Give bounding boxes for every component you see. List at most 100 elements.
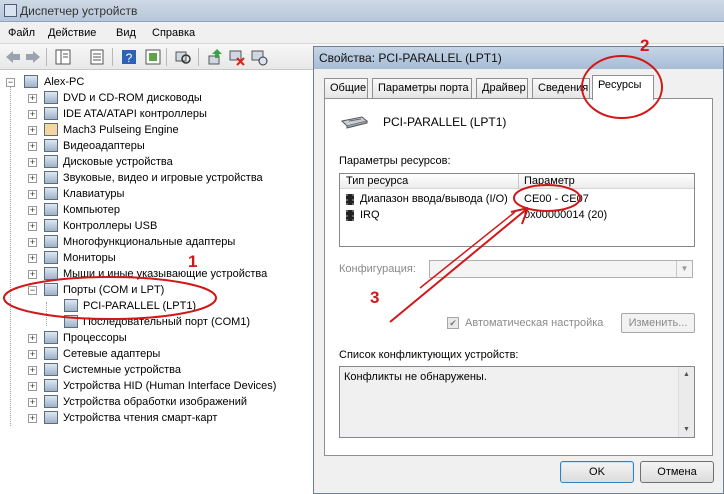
menu-action[interactable]: Действие (48, 27, 96, 39)
tab-details[interactable]: Сведения (532, 78, 590, 98)
smartcard-icon (44, 411, 58, 424)
tree-item-label: Компьютер (63, 204, 120, 216)
ok-button[interactable]: OK (560, 461, 634, 483)
menu-view[interactable]: Вид (116, 27, 136, 39)
tree-item-label: Многофункциональные адаптеры (63, 236, 236, 248)
cancel-button[interactable]: Отмена (640, 461, 714, 483)
expand-icon[interactable]: + (28, 238, 37, 247)
tree-item-system[interactable]: + Системные устройства (28, 362, 313, 378)
tab-driver[interactable]: Драйвер (476, 78, 528, 98)
tree-item-monitors[interactable]: + Мониторы (28, 250, 313, 266)
tree-item-label: Клавиатуры (63, 188, 125, 200)
camera-icon (44, 395, 58, 408)
scrollbar[interactable]: ▲ ▼ (678, 367, 694, 437)
resource-value: CE00 - CE07 (524, 193, 589, 205)
scroll-down-icon[interactable]: ▼ (679, 422, 694, 437)
expand-icon[interactable]: + (28, 142, 37, 151)
disable-device-icon[interactable] (228, 48, 246, 66)
tree-item-label: Устройства чтения смарт-карт (63, 412, 218, 424)
tree-item-ports[interactable]: − Порты (COM и LPT) (28, 282, 313, 298)
tab-general[interactable]: Общие (324, 78, 368, 98)
expand-icon[interactable]: + (28, 94, 37, 103)
expand-icon[interactable]: + (28, 382, 37, 391)
tree-guide-line (10, 86, 11, 426)
tree-item-lpt1[interactable]: PCI-PARALLEL (LPT1) (64, 298, 264, 314)
cpu-icon (44, 331, 58, 344)
expand-icon[interactable]: + (28, 350, 37, 359)
expand-icon[interactable]: + (28, 190, 37, 199)
tree-item-keyboards[interactable]: + Клавиатуры (28, 186, 313, 202)
display-adapter-icon (44, 139, 58, 152)
expand-icon[interactable]: + (28, 126, 37, 135)
tree-item-smartcard[interactable]: + Устройства чтения смарт-карт (28, 410, 313, 426)
tree-item-multifunction[interactable]: + Многофункциональные адаптеры (28, 234, 313, 250)
scan-hardware-icon[interactable] (174, 48, 192, 66)
tab-resources[interactable]: Ресурсы (592, 75, 654, 100)
tree-item-mice[interactable]: + Мыши и иные указывающие устройства (28, 266, 313, 282)
tree-item-com1[interactable]: Последовательный порт (COM1) (64, 314, 284, 330)
tree-item-dvd[interactable]: + DVD и CD-ROM дисководы (28, 90, 313, 106)
collapse-icon[interactable]: − (28, 286, 37, 295)
tree-item-disks[interactable]: + Дисковые устройства (28, 154, 313, 170)
tree-item-usb[interactable]: + Контроллеры USB (28, 218, 313, 234)
update-driver-icon[interactable] (206, 48, 224, 66)
expand-icon[interactable]: + (28, 270, 37, 279)
tree-item-ide[interactable]: + IDE ATA/ATAPI контроллеры (28, 106, 313, 122)
conflicts-list[interactable]: Конфликты не обнаружены. ▲ ▼ (339, 366, 695, 438)
toolbar-separator (46, 48, 47, 66)
uninstall-device-icon[interactable] (250, 48, 268, 66)
mouse-icon (44, 267, 58, 280)
expand-icon[interactable]: + (28, 414, 37, 423)
device-name: PCI-PARALLEL (LPT1) (383, 115, 507, 129)
expand-icon[interactable]: + (28, 254, 37, 263)
chevron-down-icon[interactable]: ▼ (676, 261, 692, 277)
computer-icon (44, 203, 58, 216)
tree-item-sound[interactable]: + Звуковые, видео и игровые устройства (28, 170, 313, 186)
tree-item-network[interactable]: + Сетевые адаптеры (28, 346, 313, 362)
properties-icon[interactable] (144, 48, 162, 66)
column-setting[interactable]: Параметр (524, 175, 575, 187)
tree-item-computer[interactable]: + Компьютер (28, 202, 313, 218)
expand-icon[interactable]: + (28, 222, 37, 231)
tab-port-settings[interactable]: Параметры порта (372, 78, 472, 98)
tree-item-label: DVD и CD-ROM дисководы (63, 92, 202, 104)
change-setting-button[interactable]: Изменить... (621, 313, 695, 333)
expand-icon[interactable]: + (28, 334, 37, 343)
tree-item-label: PCI-PARALLEL (LPT1) (83, 300, 197, 312)
scroll-up-icon[interactable]: ▲ (679, 367, 694, 382)
menu-help[interactable]: Справка (152, 27, 195, 39)
column-divider[interactable] (518, 174, 519, 189)
table-row[interactable]: IRQ 0x00000014 (20) (340, 207, 694, 223)
tree-item-video[interactable]: + Видеоадаптеры (28, 138, 313, 154)
tree-item-hid[interactable]: + Устройства HID (Human Interface Device… (28, 378, 313, 394)
tree-item-imaging[interactable]: + Устройства обработки изображений (28, 394, 313, 410)
annotation-marker-3: 3 (370, 288, 380, 307)
expand-icon[interactable]: + (28, 366, 37, 375)
expand-icon[interactable]: + (28, 158, 37, 167)
monitor-icon (44, 251, 58, 264)
configuration-select[interactable]: ▼ (429, 260, 693, 278)
menu-file[interactable]: Файл (8, 27, 35, 39)
auto-config-checkbox[interactable]: ✔ (447, 317, 459, 329)
show-hide-tree-icon[interactable] (54, 48, 72, 66)
collapse-icon[interactable]: − (6, 78, 15, 87)
table-row[interactable]: Диапазон ввода/вывода (I/O) CE00 - CE07 (340, 191, 694, 207)
expand-icon[interactable]: + (28, 398, 37, 407)
help-icon[interactable]: ? (120, 48, 138, 66)
tree-item-cpu[interactable]: + Процессоры (28, 330, 313, 346)
tree-item-label: Звуковые, видео и игровые устройства (63, 172, 263, 184)
resource-value: 0x00000014 (20) (524, 209, 608, 221)
resource-table[interactable]: Тип ресурса Параметр Диапазон ввода/выво… (339, 173, 695, 247)
expand-icon[interactable]: + (28, 174, 37, 183)
menu-bar: Файл Действие Вид Справка (0, 22, 724, 44)
column-resource-type[interactable]: Тип ресурса (346, 175, 408, 187)
expand-icon[interactable]: + (28, 110, 37, 119)
forward-icon[interactable] (24, 48, 42, 66)
expand-icon[interactable]: + (28, 206, 37, 215)
tree-item-label: Дисковые устройства (63, 156, 173, 168)
tree-root[interactable]: − Alex-PC (6, 74, 306, 90)
properties-list-icon[interactable] (88, 48, 106, 66)
tree-item-mach3[interactable]: + Mach3 Pulseing Engine (28, 122, 313, 138)
tree-item-label: Сетевые адаптеры (63, 348, 161, 360)
back-icon[interactable] (4, 48, 22, 66)
